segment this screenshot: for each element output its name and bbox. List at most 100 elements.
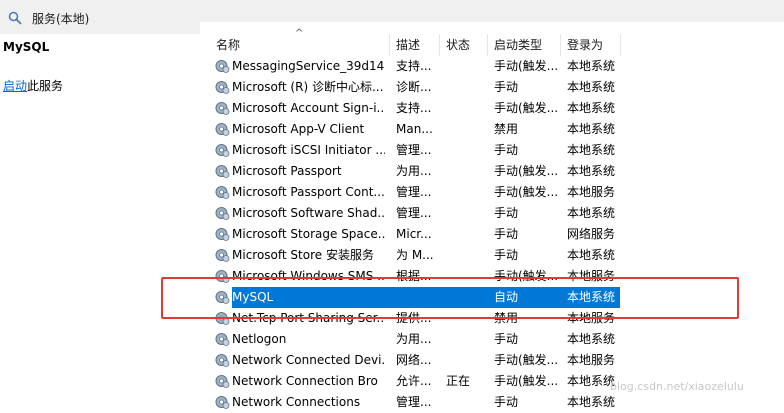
service-startup-type: 手动(触发...	[494, 59, 558, 73]
service-description: 管理...	[396, 395, 432, 409]
service-log-on-as: 本地服务	[567, 185, 616, 199]
service-log-on-as: 本地系统	[567, 101, 616, 115]
service-status	[446, 161, 486, 182]
column-status[interactable]: 状态	[440, 34, 488, 56]
gear-icon	[214, 352, 230, 368]
column-description[interactable]: 描述	[390, 34, 440, 56]
service-status	[446, 245, 486, 266]
window-title: 服务(本地)	[32, 12, 90, 26]
service-name: MessagingService_39d14	[232, 59, 385, 73]
service-row[interactable]: Microsoft iSCSI Initiator ... 管理... 手动 本地系统	[200, 140, 620, 161]
service-row[interactable]: Microsoft (R) 诊断中心标... 诊断... 手动 本地系统	[200, 77, 620, 98]
service-row[interactable]: Network Connections 管理... 手动 本地系统	[200, 392, 620, 413]
service-name: Microsoft iSCSI Initiator ...	[232, 143, 385, 157]
service-name: Network Connections	[232, 395, 361, 409]
service-status	[446, 77, 486, 98]
service-log-on-as: 本地服务	[567, 353, 616, 367]
service-name: Microsoft Storage Space...	[232, 227, 385, 241]
service-name: Microsoft Software Shad...	[232, 206, 385, 220]
service-status	[446, 203, 486, 224]
service-log-on-as: 本地系统	[567, 164, 616, 178]
service-status	[446, 392, 486, 413]
start-link[interactable]: 启动	[3, 79, 27, 93]
gear-icon	[214, 184, 230, 200]
service-startup-type: 手动(触发...	[494, 353, 558, 367]
service-description: 支持...	[396, 59, 432, 73]
service-row[interactable]: Microsoft Passport 为用... 手动(触发... 本地系统	[200, 161, 620, 182]
service-description: Man...	[396, 122, 433, 136]
service-row[interactable]: Network Connection Bro 允许... 正在 手动(触发... 本地系…	[200, 371, 620, 392]
service-status	[446, 140, 486, 161]
highlight-annotation-box	[161, 277, 739, 319]
service-log-on-as: 本地系统	[567, 395, 616, 409]
service-name: Microsoft App-V Client	[232, 122, 365, 136]
column-log-on-as[interactable]: 登录为	[561, 34, 621, 56]
service-description: 为用...	[396, 164, 432, 178]
service-status	[446, 119, 486, 140]
service-status	[446, 98, 486, 119]
service-log-on-as: 本地系统	[567, 332, 616, 346]
gear-icon	[214, 373, 230, 389]
column-name[interactable]: 名称	[210, 34, 390, 56]
service-name: Microsoft Passport Cont...	[232, 185, 385, 199]
service-name: Netlogon	[232, 332, 287, 346]
service-startup-type: 手动(触发...	[494, 101, 558, 115]
service-startup-type: 手动	[494, 227, 519, 241]
service-row[interactable]: Microsoft Software Shad... 管理... 手动 本地系统	[200, 203, 620, 224]
search-icon	[8, 11, 22, 25]
service-status: 正在	[446, 374, 471, 388]
service-detail-pane: MySQL 启动此服务	[0, 34, 200, 408]
gear-icon	[214, 205, 230, 221]
watermark: blog.csdn.net/xiaozelulu	[610, 380, 744, 393]
service-startup-type: 手动	[494, 143, 519, 157]
selected-service-name: MySQL	[3, 40, 50, 54]
service-log-on-as: 本地系统	[567, 248, 616, 262]
service-startup-type: 手动	[494, 395, 519, 409]
service-row[interactable]: Netlogon 为用... 手动 本地系统	[200, 329, 620, 350]
service-log-on-as: 本地系统	[567, 122, 616, 136]
gear-icon	[214, 79, 230, 95]
service-log-on-as: 网络服务	[567, 227, 616, 241]
service-log-on-as: 本地系统	[567, 59, 616, 73]
service-description: 网络...	[396, 353, 432, 367]
service-description: 支持...	[396, 101, 432, 115]
service-row[interactable]: Network Connected Devi... 网络... 手动(触发... 本地…	[200, 350, 620, 371]
service-startup-type: 手动(触发...	[494, 164, 558, 178]
service-startup-type: 禁用	[494, 122, 519, 136]
service-startup-type: 手动	[494, 206, 519, 220]
column-startup-type[interactable]: 启动类型	[488, 34, 561, 56]
service-row[interactable]: Microsoft Store 安装服务 为 M... 手动 本地系统	[200, 245, 620, 266]
service-description: 管理...	[396, 185, 432, 199]
service-description: Micr...	[396, 227, 432, 241]
column-header: ^ 名称 描述 状态 启动类型 登录为	[200, 28, 621, 56]
service-name: Network Connected Devi...	[232, 353, 385, 367]
service-log-on-as: 本地系统	[567, 80, 616, 94]
service-log-on-as: 本地系统	[567, 206, 616, 220]
service-row[interactable]: Microsoft App-V Client Man... 禁用 本地系统	[200, 119, 620, 140]
service-description: 允许...	[396, 374, 432, 388]
service-description: 诊断...	[396, 80, 432, 94]
service-name: Microsoft (R) 诊断中心标...	[232, 80, 384, 94]
service-name: Network Connection Bro	[232, 374, 378, 388]
service-row[interactable]: Microsoft Passport Cont... 管理... 手动(触发... 本…	[200, 182, 620, 203]
services-list: ^ 名称 描述 状态 启动类型 登录为 MessagingService_39d…	[200, 22, 784, 409]
service-startup-type: 手动(触发...	[494, 374, 558, 388]
service-row[interactable]: Microsoft Storage Space... Micr... 手动 网络服务	[200, 224, 620, 245]
service-log-on-as: 本地系统	[567, 143, 616, 157]
service-startup-type: 手动	[494, 80, 519, 94]
service-name: Microsoft Passport	[232, 164, 342, 178]
service-startup-type: 手动	[494, 248, 519, 262]
service-status	[446, 56, 486, 77]
gear-icon	[214, 226, 230, 242]
service-row[interactable]: Microsoft Account Sign-i... 支持... 手动(触发...…	[200, 98, 620, 119]
start-link-suffix: 此服务	[27, 79, 64, 93]
service-description: 管理...	[396, 206, 432, 220]
service-status	[446, 350, 486, 371]
service-status	[446, 224, 486, 245]
start-service-action: 启动此服务	[3, 77, 63, 94]
service-row[interactable]: MessagingService_39d14 支持... 手动(触发... 本地系统	[200, 56, 620, 77]
service-status	[446, 329, 486, 350]
gear-icon	[214, 121, 230, 137]
gear-icon	[214, 247, 230, 263]
gear-icon	[214, 100, 230, 116]
